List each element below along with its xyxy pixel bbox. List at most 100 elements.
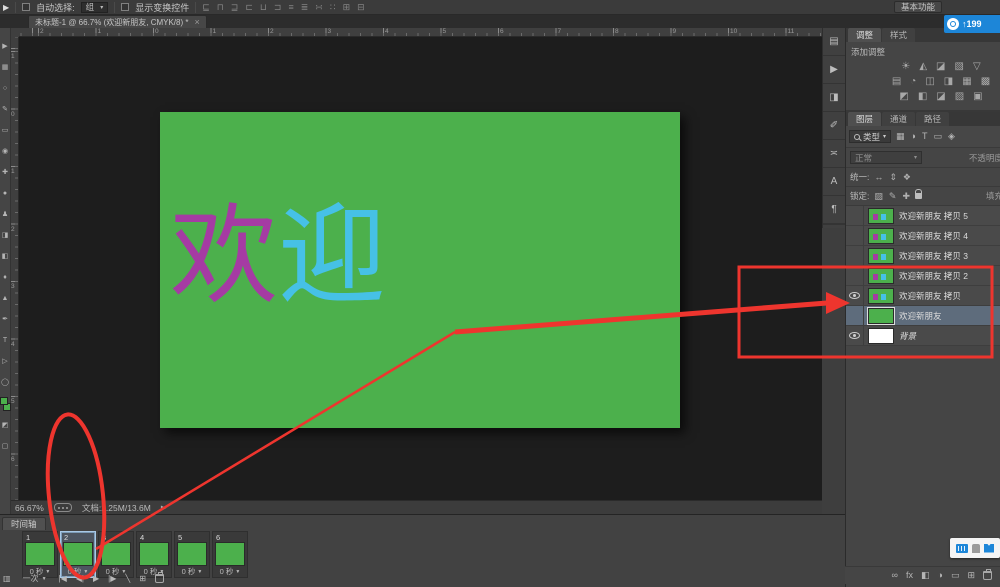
convert-timeline-icon[interactable]: ▥ <box>3 574 11 583</box>
document-tab[interactable]: 未标题-1 @ 66.7% (欢迎新朋友, CMYK/8) * × <box>28 15 207 28</box>
timeline-frame[interactable]: 3 0 秒▼ <box>98 531 134 578</box>
close-tab-icon[interactable]: × <box>194 17 199 27</box>
transport-button[interactable]: ▶ <box>93 574 99 583</box>
adjustment-icon[interactable]: ▣ <box>973 91 982 106</box>
tool-icon[interactable]: ▦ <box>2 57 9 78</box>
tool-icon[interactable]: ♦ <box>3 267 7 288</box>
layers-footer-icon[interactable]: ∞ <box>892 570 898 581</box>
align-icon[interactable]: ⊑ <box>202 2 210 13</box>
tool-icon[interactable]: ▷ <box>2 351 7 372</box>
layer-thumbnail[interactable] <box>868 248 894 264</box>
layer-thumbnail[interactable] <box>868 288 894 304</box>
keyboard-icon[interactable] <box>956 544 968 553</box>
adjustment-icon[interactable]: ▽ <box>973 61 981 76</box>
panel-icon[interactable]: ✐ <box>823 112 845 140</box>
visibility-toggle[interactable] <box>846 226 864 245</box>
adjustment-icon[interactable]: ▧ <box>954 61 963 76</box>
panel-icon[interactable]: ¶ <box>823 196 845 224</box>
adjustment-icon[interactable]: ◩ <box>899 91 908 106</box>
filter-kind-icon[interactable]: ◈ <box>948 131 955 142</box>
layers-footer-icon[interactable]: ⊞ <box>967 570 975 581</box>
layer-row[interactable]: 欢迎新朋友 拷贝 <box>846 286 1000 306</box>
layers-footer-icon[interactable]: fx <box>906 570 913 581</box>
color-swatches[interactable] <box>0 397 11 413</box>
visibility-toggle[interactable] <box>846 306 864 325</box>
foreground-color-swatch[interactable] <box>0 397 8 405</box>
tab-layers[interactable]: 图层 <box>848 112 881 126</box>
ime-toolbar[interactable] <box>950 538 1000 558</box>
layer-thumbnail[interactable] <box>868 268 894 284</box>
frame-thumbnail[interactable] <box>177 542 207 566</box>
tool-icon[interactable]: ✚ <box>2 162 8 183</box>
tool-icon[interactable]: ✒ <box>2 309 8 330</box>
filter-kind-icon[interactable]: ▦ <box>896 131 905 142</box>
adjustment-icon[interactable]: ▩ <box>981 76 990 91</box>
layers-footer-icon[interactable]: ◧ <box>921 570 930 581</box>
frame-thumbnail[interactable] <box>25 542 55 566</box>
frame-action-button[interactable]: ╲ <box>125 574 130 583</box>
adjustment-icon[interactable]: ☀ <box>901 61 910 76</box>
lock-option-icon[interactable]: ✎ <box>889 191 897 202</box>
tool-icon[interactable]: ✎ <box>2 99 8 120</box>
layer-thumbnail[interactable] <box>868 208 894 224</box>
panel-icon[interactable]: ▤ <box>823 28 845 56</box>
frame-delay-selector[interactable]: 0 秒▼ <box>213 566 247 577</box>
tool-icon[interactable]: ▲ <box>2 288 9 309</box>
frame-thumbnail[interactable] <box>101 542 131 566</box>
panel-icon[interactable]: ▶ <box>823 56 845 84</box>
panel-icon[interactable]: ◨ <box>823 84 845 112</box>
panel-icon[interactable]: ≍ <box>823 140 845 168</box>
tab-styles[interactable]: 样式 <box>882 28 915 42</box>
frame-thumbnail[interactable] <box>139 542 169 566</box>
timeline-tab[interactable]: 时间轴 <box>2 517 46 530</box>
align-icon[interactable]: ⊏ <box>245 2 253 13</box>
frame-thumbnail[interactable] <box>63 542 93 566</box>
frame-action-button[interactable]: ⊞ <box>139 574 146 583</box>
layer-filter-dropdown[interactable]: 类型 ▾ <box>849 130 891 143</box>
move-tool-icon[interactable]: ▶ <box>3 3 9 12</box>
unify-icon[interactable]: ⇕ <box>889 172 897 183</box>
lock-option-icon[interactable]: ✚ <box>902 191 910 202</box>
timeline-frame-selected[interactable]: 2 0 秒▼ <box>60 531 96 578</box>
tool-icon[interactable]: ◉ <box>2 141 8 162</box>
layers-footer-icon[interactable]: ◑ <box>938 570 943 581</box>
filter-kind-icon[interactable]: T <box>922 131 928 142</box>
adjustment-icon[interactable]: ◨ <box>944 76 953 91</box>
canvas-area[interactable]: 欢迎 <box>19 37 822 500</box>
align-icon[interactable]: ∷ <box>330 2 336 13</box>
timeline-frame[interactable]: 5 0 秒▼ <box>174 531 210 578</box>
align-icon[interactable]: ⊓ <box>217 2 224 13</box>
panel-icon[interactable]: A <box>823 168 845 196</box>
frame-thumbnail[interactable] <box>215 542 245 566</box>
align-icon[interactable]: ≡ <box>288 2 293 13</box>
lock-option-icon[interactable]: ▨ <box>874 191 883 202</box>
visibility-toggle[interactable] <box>846 206 864 225</box>
adjustment-icon[interactable]: ◪ <box>936 61 945 76</box>
transport-button[interactable]: |▶ <box>108 574 116 583</box>
timeline-frame[interactable]: 4 0 秒▼ <box>136 531 172 578</box>
tool-icon[interactable]: ▶ <box>2 36 7 57</box>
layer-row[interactable]: 欢迎新朋友 拷贝 3 <box>846 246 1000 266</box>
layer-row[interactable]: 欢迎新朋友 拷贝 2 <box>846 266 1000 286</box>
filter-kind-icon[interactable]: ◑ <box>911 131 916 142</box>
align-icon[interactable]: ⊒ <box>231 2 239 13</box>
adjustment-icon[interactable]: ◧ <box>918 91 927 106</box>
adjustment-icon[interactable]: ◪ <box>936 91 945 106</box>
status-arrow-icon[interactable]: ▶ <box>161 504 166 512</box>
layer-thumbnail[interactable] <box>868 228 894 244</box>
document-artboard[interactable]: 欢迎 <box>160 112 680 428</box>
adjustment-icon[interactable]: ▨ <box>955 91 964 106</box>
align-icon[interactable]: ⊟ <box>357 2 365 13</box>
transport-button[interactable]: ◀| <box>76 574 84 583</box>
tool-icon[interactable]: ♟ <box>2 204 8 225</box>
unify-icon[interactable]: ❖ <box>903 172 911 183</box>
transport-button[interactable]: |◀ <box>59 574 67 583</box>
adjustment-icon[interactable]: ▤ <box>892 76 901 91</box>
skin-icon[interactable] <box>984 544 994 553</box>
hand-icon[interactable] <box>972 544 980 553</box>
loop-count-dropdown[interactable]: 一次 ▼ <box>20 572 50 585</box>
adjustment-icon[interactable]: ◔ <box>910 76 916 91</box>
filter-kind-icon[interactable]: ▭ <box>933 131 942 142</box>
adjustment-icon[interactable]: ◫ <box>925 76 934 91</box>
layer-row[interactable]: 欢迎新朋友 拷贝 5 <box>846 206 1000 226</box>
